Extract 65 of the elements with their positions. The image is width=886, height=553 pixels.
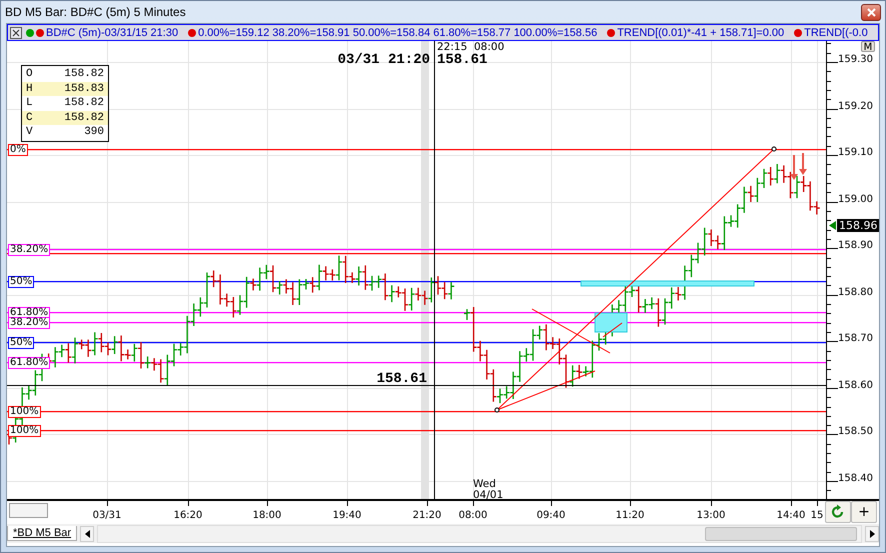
refresh-button[interactable] [825, 501, 851, 523]
last-price-tag: 158.96 [837, 219, 879, 232]
fib-level-label: 100% [8, 425, 41, 437]
price-tick-label: 158.40 [838, 473, 873, 484]
close-legend-button[interactable] [10, 26, 22, 38]
time-tick-label: 13:00 [696, 510, 726, 521]
fib-level-label: 0% [8, 144, 28, 156]
fib-level-label: 61.80% [8, 357, 50, 369]
crosshair-date: 03/31 21:20 [338, 52, 430, 68]
price-tick-label: 159.00 [838, 194, 873, 205]
price-tick-label: 158.90 [838, 240, 873, 252]
scroll-left-button[interactable] [80, 526, 94, 542]
fib-level-label: 100% [8, 406, 41, 418]
refresh-icon [830, 504, 846, 520]
price-tick-label: 159.10 [838, 147, 873, 158]
close-button[interactable] [861, 4, 881, 20]
fib-level-label: 38.20% [8, 244, 50, 256]
time-tick-label: 09:40 [536, 510, 566, 521]
fib-level-label: 50% [8, 276, 34, 288]
price-zone-rectangle [594, 312, 628, 332]
ohlc-label: C [22, 110, 46, 126]
day-weekday: Wed [473, 478, 496, 490]
time-tick-label: 15 [810, 510, 824, 521]
mode-button[interactable]: M [861, 41, 875, 52]
add-button[interactable]: + [851, 501, 877, 523]
time-tick-label: 19:40 [332, 510, 362, 521]
day-date: 04/01 [473, 489, 504, 499]
time-tick-label: 11:20 [616, 510, 644, 521]
legend-text: TREND[(-0.0 [804, 26, 868, 38]
fib-level-label: 50% [8, 337, 34, 349]
right-triangle-icon [870, 530, 874, 538]
horizontal-scrollbar[interactable] [97, 524, 862, 542]
fib-level-label: 38.20% [8, 317, 50, 329]
ohlc-value: 158.83 [46, 82, 108, 96]
price-tick-label: 158.70 [838, 333, 873, 344]
legend-text: BD#C (5m)-03/31/15 21:30 [46, 26, 178, 38]
crosshair-time: 22:15 [437, 41, 468, 53]
time-tick-label: 21:20 [412, 510, 442, 521]
price-tick-label: 158.80 [838, 286, 873, 298]
price-tick-label: 158.50 [838, 426, 873, 438]
close-icon [866, 8, 876, 16]
close-icon [12, 28, 20, 36]
anchor-point [494, 408, 500, 412]
scrollbar-thumb[interactable] [705, 526, 857, 540]
price-tick-label: 159.30 [838, 54, 873, 65]
range-box[interactable] [9, 503, 48, 518]
crosshair-price: 158.61 [437, 52, 488, 68]
price-tick-label: 158.60 [838, 380, 873, 391]
scroll-right-button[interactable] [865, 526, 879, 542]
chart-tab[interactable]: *BD M5 Bar [7, 526, 78, 541]
time-tick-label: 18:00 [252, 510, 282, 521]
left-triangle-icon [84, 530, 90, 538]
price-tick-label: 159.20 [838, 100, 873, 112]
ohlc-value: 158.82 [46, 110, 108, 126]
window-title: BD M5 Bar: BD#C (5m) 5 Minutes [5, 5, 186, 19]
time-tick-label: 16:20 [174, 510, 202, 521]
legend-text: TREND[(0.01)*-41 + 158.71]=0.00 [617, 26, 784, 38]
time-tick-label: 08:00 [458, 510, 488, 521]
cursor-price-label: 158.61 [376, 371, 427, 387]
anchor-point [772, 146, 776, 152]
time-tick-label: 03/31 [92, 510, 122, 521]
legend-text: 0.00%=159.12 38.20%=158.91 50.00%=158.84 61.80%=158.77 100.00%=158.56 [198, 26, 598, 38]
next-session-time: 08:00 [474, 41, 504, 53]
ohlc-label: H [22, 82, 46, 96]
time-tick-label: 14:40 [776, 510, 806, 521]
